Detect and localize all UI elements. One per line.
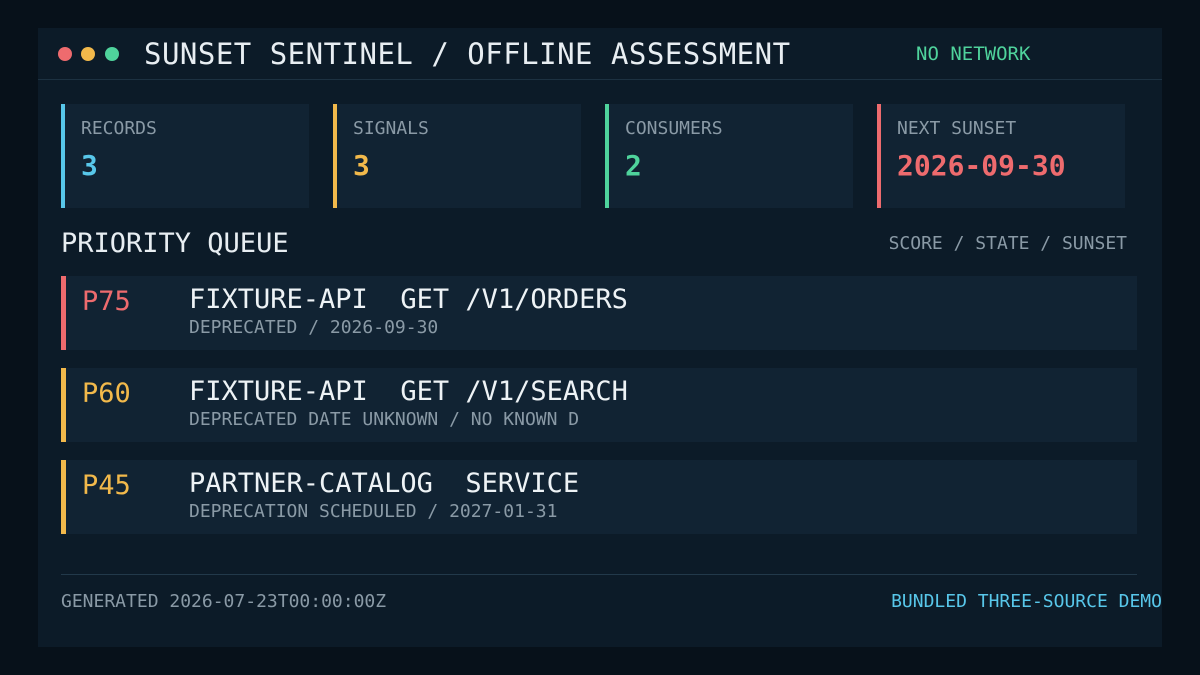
stat-value: 3 (353, 149, 370, 182)
demo-note: BUNDLED THREE-SOURCE DEMO (891, 591, 1162, 612)
stat-value: 3 (81, 149, 98, 182)
queue-item[interactable]: P60 FIXTURE-API GET /V1/SEARCH DEPRECATE… (61, 368, 1137, 442)
stat-label: RECORDS (81, 118, 157, 139)
priority-score: P45 (82, 470, 131, 501)
app-window: SUNSET SENTINEL / OFFLINE ASSESSMENT NO … (38, 28, 1162, 647)
stat-label: SIGNALS (353, 118, 429, 139)
footer-divider (61, 574, 1137, 575)
stat-card-next-sunset: NEXT SUNSET 2026-09-30 (877, 104, 1125, 208)
queue-legend: SCORE / STATE / SUNSET (888, 233, 1127, 254)
queue-item-status: DEPRECATED DATE UNKNOWN / NO KNOWN D (189, 409, 580, 430)
queue-item-title: FIXTURE-API GET /V1/SEARCH (189, 376, 628, 407)
queue-item[interactable]: P45 PARTNER-CATALOG SERVICE DEPRECATION … (61, 460, 1137, 534)
priority-score: P60 (82, 378, 131, 409)
stat-value: 2026-09-30 (897, 149, 1066, 182)
stat-label: NEXT SUNSET (897, 118, 1017, 139)
stat-card-signals: SIGNALS 3 (333, 104, 581, 208)
generated-timestamp: GENERATED 2026-07-23T00:00:00Z (61, 591, 387, 612)
queue-item-title: FIXTURE-API GET /V1/ORDERS (189, 284, 628, 315)
stat-label: CONSUMERS (625, 118, 723, 139)
minimize-window-button[interactable] (81, 47, 95, 61)
queue-item-status: DEPRECATION SCHEDULED / 2027-01-31 (189, 501, 558, 522)
queue-item-title: PARTNER-CATALOG SERVICE (189, 468, 580, 499)
close-window-button[interactable] (58, 47, 72, 61)
queue-item-status: DEPRECATED / 2026-09-30 (189, 317, 439, 338)
stat-card-consumers: CONSUMERS 2 (605, 104, 853, 208)
stat-card-records: RECORDS 3 (61, 104, 309, 208)
network-status: NO NETWORK (916, 43, 1031, 65)
window-title: SUNSET SENTINEL / OFFLINE ASSESSMENT (144, 37, 791, 71)
maximize-window-button[interactable] (105, 47, 119, 61)
priority-score: P75 (82, 286, 131, 317)
title-bar: SUNSET SENTINEL / OFFLINE ASSESSMENT NO … (38, 28, 1162, 80)
stat-value: 2 (625, 149, 642, 182)
priority-queue-title: PRIORITY QUEUE (61, 228, 289, 259)
queue-item[interactable]: P75 FIXTURE-API GET /V1/ORDERS DEPRECATE… (61, 276, 1137, 350)
